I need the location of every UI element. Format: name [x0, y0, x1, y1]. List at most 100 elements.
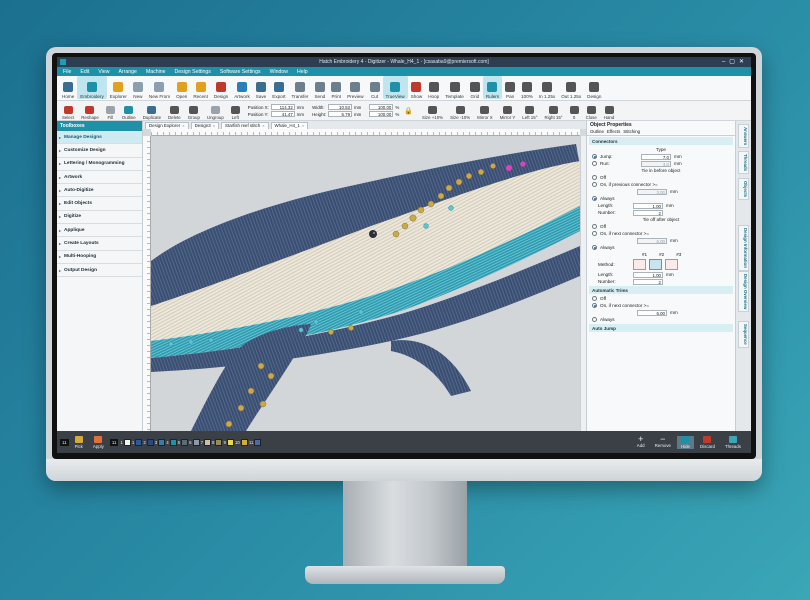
side-tab-design-information[interactable]: Design Information [738, 225, 749, 272]
menu-view[interactable]: View [98, 69, 109, 75]
tool-rotate-right-button[interactable]: Right 15° [541, 101, 565, 120]
toolbox-artwork[interactable]: Artwork [57, 171, 142, 185]
ribbon-preview-button[interactable]: Preview [344, 76, 366, 99]
thread-swatch[interactable]: 10 [235, 438, 248, 446]
ribbon-folder-button[interactable]: Explorer [107, 76, 130, 99]
position-y-field[interactable]: 41.47 [270, 111, 295, 117]
side-tab-objects[interactable]: Objects [738, 178, 749, 201]
length-field[interactable]: 1.00 [633, 202, 663, 209]
menu-design-settings[interactable]: Design Settings [175, 69, 211, 75]
position-x-field[interactable]: 114.32 [270, 104, 295, 110]
run-field[interactable]: 3.0 [641, 160, 671, 167]
ribbon-zoom-out-button[interactable]: Out 1.25x [558, 76, 584, 99]
scale-width-field[interactable]: 100.00 [369, 104, 394, 110]
thread-swatch[interactable]: 5 [178, 438, 189, 446]
tie-method-2-button[interactable] [649, 259, 662, 270]
toolbox-multi-hooping[interactable]: Multi-Hooping [57, 251, 142, 264]
ribbon-show-button[interactable]: Show [408, 76, 426, 99]
tie-off-off-radio[interactable] [592, 224, 597, 229]
tool-close-shape-button[interactable]: Close [583, 101, 600, 120]
tie-in-always-radio[interactable] [592, 196, 597, 201]
thread-swatch[interactable]: 4 [166, 438, 177, 446]
design-canvas[interactable] [151, 136, 580, 431]
trims-next-field[interactable]: 6.00 [637, 309, 667, 316]
doc-tab-design-explorer[interactable]: Design Explorer × [145, 122, 189, 129]
tie-in-off-radio[interactable] [592, 175, 597, 180]
toolbox-edit-objects[interactable]: Edit Objects [57, 197, 142, 211]
ribbon-design-button[interactable]: Design [211, 76, 231, 99]
tie-in-prev-field[interactable]: 3.00 [637, 188, 667, 195]
toolbox-applique[interactable]: Applique [57, 224, 142, 238]
height-field[interactable]: 5.79 [328, 111, 353, 117]
window-controls[interactable]: –▢✕ [722, 58, 748, 65]
trims-next-radio[interactable] [592, 303, 597, 308]
tie-method-1-button[interactable] [633, 259, 646, 270]
ribbon-new-from-button[interactable]: New From [146, 76, 173, 99]
doc-tab-design3[interactable]: Design3 × [190, 122, 220, 129]
menu-edit[interactable]: Edit [80, 69, 89, 75]
toolbox-output-design[interactable]: Output Design [57, 264, 142, 278]
scale-height-field[interactable]: 100.00 [369, 111, 394, 117]
menu-machine[interactable]: Machine [146, 69, 166, 75]
side-tab-design-overview[interactable]: Design Overview [738, 271, 749, 313]
ribbon-print-button[interactable]: Print [328, 76, 344, 99]
automatic-trims-section[interactable]: Automatic Trims [589, 286, 733, 294]
ribbon-zoom-design-button[interactable]: Design [584, 76, 604, 99]
tab-outline[interactable]: Outline [590, 129, 604, 135]
tool-ungroup-button[interactable]: Ungroup [204, 101, 227, 120]
run-radio[interactable] [592, 161, 597, 166]
thread-swatch[interactable]: 1 [120, 438, 131, 446]
trims-off-radio[interactable] [592, 296, 597, 301]
toolbox-auto-digitize[interactable]: Auto-Digitize [57, 184, 142, 198]
add-thread-button[interactable]: + Add [633, 434, 649, 449]
toolbox-customize-design[interactable]: Customize Design [57, 144, 142, 158]
toolbox-lettering-monogramming[interactable]: Lettering / Monogramming [57, 158, 142, 171]
ribbon-cut-button[interactable]: Cut [367, 76, 383, 99]
tool-outline-button[interactable]: Outline [119, 101, 139, 120]
ribbon-home-button[interactable]: Home [59, 76, 77, 99]
discard-button[interactable]: Discard [696, 435, 719, 449]
jump-radio[interactable] [592, 154, 597, 159]
thread-swatch[interactable]: 3 [155, 438, 166, 446]
ribbon-rulers-button[interactable]: Rulers [482, 76, 503, 99]
doc-tab-starfish-reef-stitch[interactable]: Starfish reef stitch × [221, 122, 269, 129]
side-tab-answers[interactable]: Answers [738, 124, 749, 149]
menu-file[interactable]: File [63, 69, 71, 75]
ribbon-transfer-button[interactable]: Transfer [289, 76, 312, 99]
apply-button[interactable]: Apply [89, 435, 108, 449]
tool-mirror-y-button[interactable]: Mirror Y [497, 101, 519, 120]
tool-align-left-button[interactable]: Left [228, 101, 243, 120]
length2-field[interactable]: 1.00 [633, 271, 663, 278]
pick-button[interactable]: Pick [71, 435, 87, 449]
proportional-lock-icon[interactable]: 🔒 [404, 107, 413, 115]
thread-swatch[interactable]: 6 [189, 438, 200, 446]
thread-swatch[interactable]: 11 [249, 438, 262, 446]
thread-swatch[interactable]: 9 [223, 438, 234, 446]
doc-tab-whale-h4-1[interactable]: Whale_H4_1 × [270, 122, 309, 129]
number-field[interactable]: 2 [633, 209, 663, 216]
ribbon-pan-button[interactable]: Pan [502, 76, 518, 99]
tie-off-next-radio[interactable] [592, 231, 597, 236]
tool-size-minus-button[interactable]: Size -10% [447, 101, 473, 120]
tab-stitching[interactable]: Stitching [623, 129, 640, 135]
hide-button[interactable]: Hide [676, 435, 694, 449]
ribbon-send-button[interactable]: Send [311, 76, 328, 99]
remove-thread-button[interactable]: − Remove [651, 434, 675, 449]
tool-delete-button[interactable]: Delete [165, 101, 184, 120]
tool-select-arrow-button[interactable]: Select [59, 101, 77, 120]
ribbon-save-button[interactable]: Save [253, 76, 269, 99]
thread-swatch[interactable]: 7 [201, 438, 212, 446]
ribbon-template-button[interactable]: Template [442, 76, 467, 99]
ribbon-recent-button[interactable]: Recent [190, 76, 211, 99]
side-tab-sequence[interactable]: Sequence [738, 321, 749, 348]
thread-swatch[interactable]: 8 [212, 438, 223, 446]
ribbon-hoop-button[interactable]: Hoop [425, 76, 442, 99]
thread-swatch[interactable]: 2 [143, 438, 154, 446]
side-tab-threads[interactable]: Threads [738, 151, 749, 175]
toolbox-manage-designs[interactable]: Manage Designs [57, 131, 142, 145]
threads-button[interactable]: Threads [721, 435, 745, 449]
jump-field[interactable]: 7.0 [641, 153, 671, 160]
menu-window[interactable]: Window [270, 69, 288, 75]
toolbox-digitize[interactable]: Digitize [57, 211, 142, 225]
tie-off-always-radio[interactable] [592, 245, 597, 250]
